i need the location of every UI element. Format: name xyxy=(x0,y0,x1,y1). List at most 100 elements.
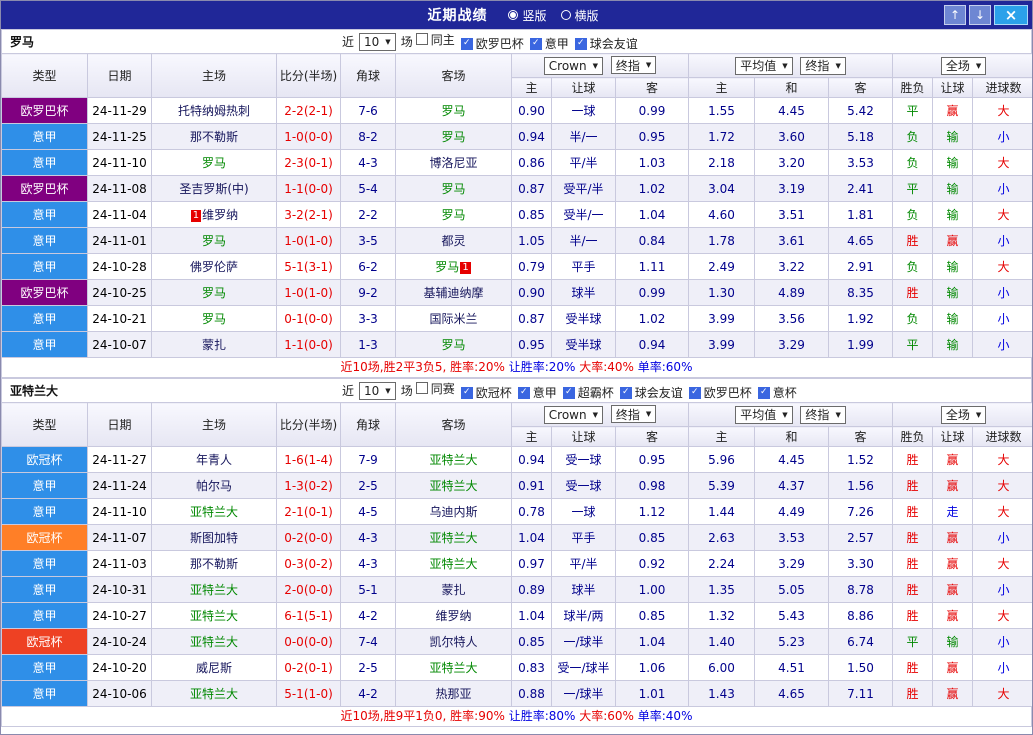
filter-checkbox[interactable]: ✓ 欧冠杯 xyxy=(460,384,512,401)
away-team-link[interactable]: 亚特兰大 xyxy=(429,479,477,493)
match-count-select[interactable]: 10 ▼ xyxy=(359,32,396,51)
filter-checkbox[interactable]: ✓ 意甲 xyxy=(517,384,557,401)
score-link[interactable]: 2-2(2-1) xyxy=(276,97,341,124)
radio-vertical-layout[interactable]: 竖版 xyxy=(508,7,547,24)
checked-checkbox-icon[interactable]: ✓ xyxy=(460,37,473,50)
away-team-link[interactable]: 亚特兰大 xyxy=(429,557,477,571)
home-team-link[interactable]: 蒙扎 xyxy=(202,338,226,352)
score-link[interactable]: 1-0(1-0) xyxy=(276,279,341,306)
filter-checkbox[interactable]: ✓ 超霸杯 xyxy=(562,384,614,401)
score-link[interactable]: 2-1(0-1) xyxy=(276,498,341,525)
scope-select[interactable]: 全场 ▼ xyxy=(940,405,987,424)
bookmaker-select[interactable]: Crown ▼ xyxy=(543,56,603,75)
home-team-link[interactable]: 罗马 xyxy=(202,286,226,300)
score-link[interactable]: 0-0(0-0) xyxy=(276,628,341,655)
filter-checkbox[interactable]: ✓ 球会友谊 xyxy=(574,35,638,52)
filter-checkbox[interactable]: 同主 xyxy=(415,31,455,48)
score-link[interactable]: 0-3(0-2) xyxy=(276,550,341,577)
euro-odds-source-select[interactable]: 平均值 ▼ xyxy=(735,56,793,75)
checked-checkbox-icon[interactable]: ✓ xyxy=(757,386,770,399)
euro-odds-time-select[interactable]: 终指 ▼ xyxy=(800,405,846,424)
away-team-link[interactable]: 罗马 xyxy=(441,338,465,352)
away-team-link[interactable]: 罗马 xyxy=(441,208,465,222)
filter-checkbox[interactable]: 同赛 xyxy=(415,380,455,397)
euro-odds-time-select[interactable]: 终指 ▼ xyxy=(800,56,846,75)
away-team-link[interactable]: 罗马 xyxy=(441,104,465,118)
score-link[interactable]: 5-1(1-0) xyxy=(276,680,341,707)
move-up-button[interactable]: ↑ xyxy=(944,5,966,25)
away-team-link[interactable]: 罗马 xyxy=(441,130,465,144)
away-team-link[interactable]: 亚特兰大 xyxy=(429,661,477,675)
home-team-link[interactable]: 亚特兰大 xyxy=(190,505,238,519)
score-link[interactable]: 1-6(1-4) xyxy=(276,446,341,473)
scope-select[interactable]: 全场 ▼ xyxy=(940,56,987,75)
score-link[interactable]: 1-1(0-0) xyxy=(276,175,341,202)
score-link[interactable]: 0-2(0-0) xyxy=(276,524,341,551)
away-team-link[interactable]: 热那亚 xyxy=(435,687,471,701)
away-team-link[interactable]: 维罗纳 xyxy=(435,609,471,623)
euro-odds-source-select[interactable]: 平均值 ▼ xyxy=(735,405,793,424)
filter-checkbox[interactable]: ✓ 球会友谊 xyxy=(619,384,683,401)
home-team-link[interactable]: 亚特兰大 xyxy=(190,609,238,623)
away-team-link[interactable]: 罗马 xyxy=(441,182,465,196)
filter-checkbox[interactable]: ✓ 意甲 xyxy=(529,35,569,52)
score-link[interactable]: 1-0(0-0) xyxy=(276,123,341,150)
filter-checkbox[interactable]: ✓ 欧罗巴杯 xyxy=(688,384,752,401)
asian-odds-time-select[interactable]: 终指 ▼ xyxy=(610,405,657,424)
checked-checkbox-icon[interactable]: ✓ xyxy=(460,386,473,399)
checked-checkbox-icon[interactable]: ✓ xyxy=(574,37,587,50)
checked-checkbox-icon[interactable]: ✓ xyxy=(562,386,575,399)
bookmaker-select[interactable]: Crown ▼ xyxy=(543,405,603,424)
score-link[interactable]: 1-1(0-0) xyxy=(276,331,341,358)
score-link[interactable]: 6-1(5-1) xyxy=(276,602,341,629)
score-link[interactable]: 0-2(0-1) xyxy=(276,654,341,681)
checked-checkbox-icon[interactable]: ✓ xyxy=(529,37,542,50)
checked-checkbox-icon[interactable]: ✓ xyxy=(517,386,530,399)
home-team-link[interactable]: 罗马 xyxy=(202,234,226,248)
home-team-link[interactable]: 罗马 xyxy=(202,312,226,326)
score-link[interactable]: 0-1(0-0) xyxy=(276,305,341,332)
checked-checkbox-icon[interactable]: ✓ xyxy=(619,386,632,399)
away-team-link[interactable]: 亚特兰大 xyxy=(429,531,477,545)
score-link[interactable]: 2-0(0-0) xyxy=(276,576,341,603)
away-team-link[interactable]: 乌迪内斯 xyxy=(429,505,477,519)
home-team-link[interactable]: 圣吉罗斯(中) xyxy=(179,182,248,196)
score-link[interactable]: 3-2(2-1) xyxy=(276,201,341,228)
home-team-link[interactable]: 托特纳姆热刺 xyxy=(178,104,250,118)
score-link[interactable]: 5-1(3-1) xyxy=(276,253,341,280)
home-team-link[interactable]: 佛罗伦萨 xyxy=(190,260,238,274)
match-count-select[interactable]: 10 ▼ xyxy=(359,381,396,400)
unchecked-checkbox-icon[interactable] xyxy=(415,33,428,46)
unchecked-checkbox-icon[interactable] xyxy=(415,382,428,395)
radio-horizontal-layout[interactable]: 横版 xyxy=(560,7,599,24)
home-team-link[interactable]: 亚特兰大 xyxy=(190,583,238,597)
away-team-link[interactable]: 国际米兰 xyxy=(429,312,477,326)
radio-unselected-icon[interactable] xyxy=(560,10,571,20)
score-link[interactable]: 2-3(0-1) xyxy=(276,149,341,176)
score-link[interactable]: 1-3(0-2) xyxy=(276,472,341,499)
home-team-link[interactable]: 年青人 xyxy=(196,453,232,467)
filter-checkbox[interactable]: ✓ 欧罗巴杯 xyxy=(460,35,524,52)
radio-selected-icon[interactable] xyxy=(508,10,519,20)
away-team-link[interactable]: 亚特兰大 xyxy=(429,453,477,467)
score-link[interactable]: 1-0(1-0) xyxy=(276,227,341,254)
home-team-link[interactable]: 那不勒斯 xyxy=(190,130,238,144)
home-team-link[interactable]: 维罗纳 xyxy=(202,208,238,222)
away-team-link[interactable]: 都灵 xyxy=(441,234,465,248)
checked-checkbox-icon[interactable]: ✓ xyxy=(688,386,701,399)
filter-checkbox[interactable]: ✓ 意杯 xyxy=(757,384,797,401)
home-team-link[interactable]: 亚特兰大 xyxy=(190,687,238,701)
home-team-link[interactable]: 那不勒斯 xyxy=(190,557,238,571)
away-team-link[interactable]: 基辅迪纳摩 xyxy=(423,286,483,300)
home-team-link[interactable]: 威尼斯 xyxy=(196,661,232,675)
away-team-link[interactable]: 凯尔特人 xyxy=(429,635,477,649)
move-down-button[interactable]: ↓ xyxy=(969,5,991,25)
home-team-link[interactable]: 斯图加特 xyxy=(190,531,238,545)
away-team-link[interactable]: 罗马 xyxy=(435,260,459,274)
away-team-link[interactable]: 蒙扎 xyxy=(441,583,465,597)
asian-odds-time-select[interactable]: 终指 ▼ xyxy=(610,56,657,75)
close-button[interactable]: × xyxy=(994,5,1028,25)
home-team-link[interactable]: 亚特兰大 xyxy=(190,635,238,649)
home-team-link[interactable]: 罗马 xyxy=(202,156,226,170)
away-team-link[interactable]: 博洛尼亚 xyxy=(429,156,477,170)
